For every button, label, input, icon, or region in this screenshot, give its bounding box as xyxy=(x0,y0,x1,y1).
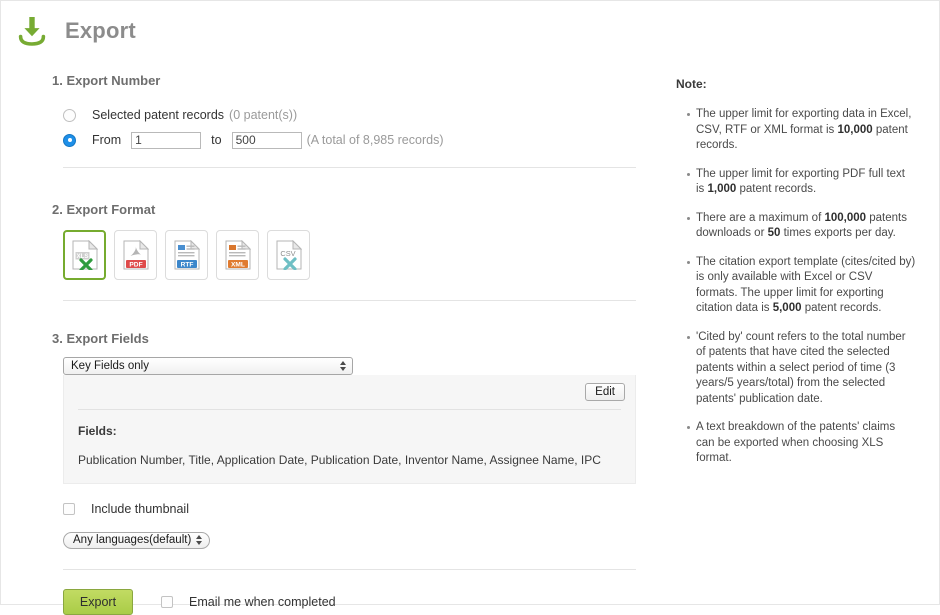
format-option-csv[interactable]: CSV xyxy=(267,230,310,280)
fields-value: Publication Number, Title, Application D… xyxy=(78,453,601,467)
chevron-updown-icon xyxy=(340,361,346,371)
svg-text:XML: XML xyxy=(231,261,245,268)
range-to-label: to xyxy=(211,133,222,147)
page-header: Export xyxy=(15,14,136,48)
note-item: There are a maximum of 100,000 patents d… xyxy=(687,211,916,242)
csv-file-icon: CSV xyxy=(276,240,302,270)
rtf-file-icon: RTF xyxy=(174,240,200,270)
include-thumbnail-label: Include thumbnail xyxy=(91,501,189,516)
email-notify-row[interactable]: Email me when completed xyxy=(161,595,336,609)
download-icon xyxy=(18,17,46,46)
export-template-value: Key Fields only xyxy=(71,360,149,372)
option-range[interactable]: From to (A total of 8,985 records) xyxy=(63,129,651,151)
export-template-select[interactable]: Key Fields only xyxy=(63,357,353,375)
section-title-export-number: 1. Export Number xyxy=(52,73,161,88)
radio-selected-records[interactable] xyxy=(63,108,76,122)
option-range-label: From xyxy=(92,133,122,147)
language-select-value: Any languages(default) xyxy=(73,534,192,547)
note-list: The upper limit for exporting data in Ex… xyxy=(671,107,916,467)
page-title: Export xyxy=(65,18,136,43)
export-page: Export 1. Export Number Selected patent … xyxy=(0,0,940,615)
note-panel: Note: The upper limit for exporting data… xyxy=(671,77,916,480)
chevron-updown-icon xyxy=(196,535,203,546)
note-item: A text breakdown of the patents' claims … xyxy=(687,420,916,467)
note-item: 'Cited by' count refers to the total num… xyxy=(687,330,916,408)
option-selected-records[interactable]: Selected patent records (0 patent(s)) xyxy=(63,104,651,126)
divider-1 xyxy=(63,167,636,168)
export-form: 1. Export Number Selected patent records… xyxy=(1,73,651,615)
export-button[interactable]: Export xyxy=(63,588,133,615)
format-option-xls[interactable]: XLS xyxy=(63,230,106,280)
action-row: Export Email me when completed xyxy=(63,588,651,615)
note-item: The upper limit for exporting data in Ex… xyxy=(687,107,916,154)
fields-panel-toolbar: Edit xyxy=(64,375,635,409)
email-notify-checkbox[interactable] xyxy=(161,595,173,608)
divider-3 xyxy=(63,568,636,570)
option-selected-records-label: Selected patent records xyxy=(92,108,225,122)
total-records-text: (A total of 8,985 records) xyxy=(306,133,444,147)
edit-fields-button[interactable]: Edit xyxy=(585,383,625,401)
svg-text:XLS: XLS xyxy=(76,253,88,260)
format-options: XLS PDF RTF XML CSV xyxy=(63,230,651,280)
svg-text:RTF: RTF xyxy=(180,261,193,268)
selected-records-count: (0 patent(s)) xyxy=(229,108,298,122)
range-to-input[interactable] xyxy=(231,131,302,149)
xml-file-icon: XML xyxy=(225,240,251,270)
fields-label: Fields: xyxy=(78,424,117,438)
xls-file-icon: XLS xyxy=(72,240,98,270)
section-title-export-format: 2. Export Format xyxy=(52,202,156,217)
svg-text:CSV: CSV xyxy=(280,249,295,258)
fields-separator xyxy=(78,409,621,410)
range-from-input[interactable] xyxy=(131,131,202,149)
section-title-export-fields: 3. Export Fields xyxy=(52,331,149,346)
include-thumbnail-checkbox[interactable] xyxy=(63,502,75,515)
format-option-rtf[interactable]: RTF xyxy=(165,230,208,280)
note-item: The upper limit for exporting PDF full t… xyxy=(687,167,916,198)
format-option-pdf[interactable]: PDF xyxy=(114,230,157,280)
divider-2 xyxy=(63,300,636,301)
pdf-file-icon: PDF xyxy=(123,240,149,270)
svg-text:PDF: PDF xyxy=(129,261,142,268)
include-thumbnail-row[interactable]: Include thumbnail xyxy=(63,502,651,516)
note-item: The citation export template (cites/cite… xyxy=(687,255,916,317)
language-select[interactable]: Any languages(default) xyxy=(63,531,211,549)
note-heading: Note: xyxy=(676,77,707,91)
email-notify-label: Email me when completed xyxy=(189,594,336,609)
radio-range[interactable] xyxy=(63,133,76,147)
format-option-xml[interactable]: XML xyxy=(216,230,259,280)
fields-panel: Edit Fields: Publication Number, Title, … xyxy=(63,375,636,484)
